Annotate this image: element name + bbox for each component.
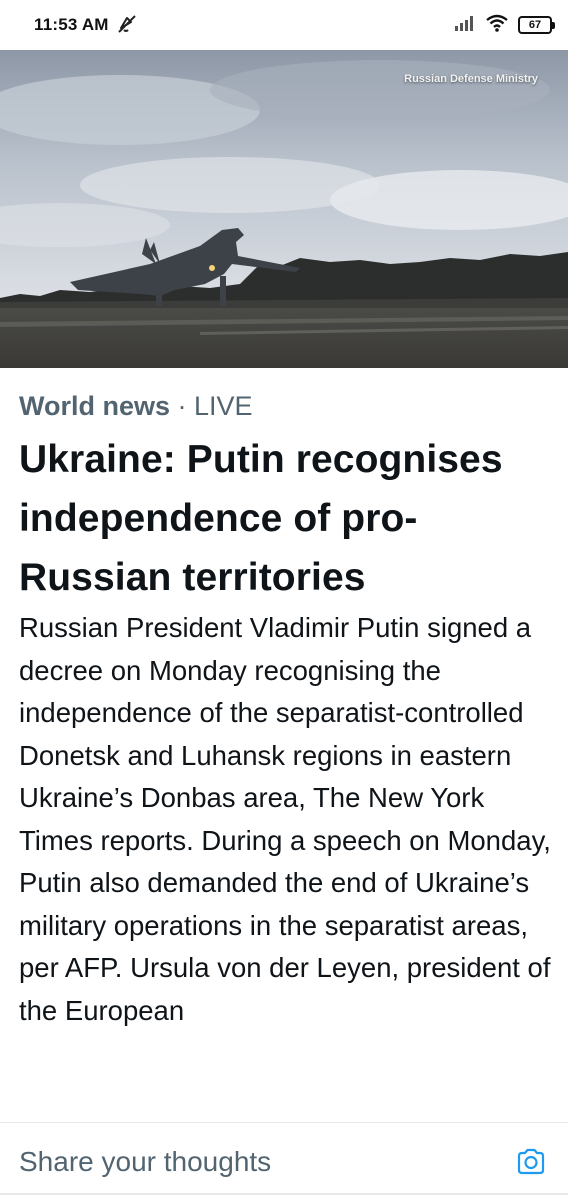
article-body: Russian President Vladimir Putin signed … — [19, 612, 551, 1026]
article-headline[interactable]: Ukraine: Putin recognises independence o… — [19, 430, 554, 607]
article-kicker: World news · LIVE — [19, 388, 554, 424]
battery-icon: 67 — [518, 16, 555, 34]
signal-icon — [454, 14, 476, 37]
fighter-jet-photo — [0, 50, 568, 368]
divider — [0, 1193, 568, 1195]
wifi-icon — [486, 14, 508, 37]
share-thoughts-input[interactable]: Share your thoughts — [19, 1146, 271, 1178]
share-bar: Share your thoughts — [0, 1122, 568, 1201]
status-time: 11:53 AM — [34, 15, 109, 34]
battery-level: 67 — [528, 19, 542, 31]
camera-icon[interactable] — [514, 1145, 548, 1179]
section-label[interactable]: World news — [19, 391, 170, 421]
article: World news · LIVE Ukraine: Putin recogni… — [19, 388, 554, 1032]
mute-icon — [116, 13, 138, 35]
photo-credit: Russian Defense Ministry — [404, 73, 538, 85]
live-label: LIVE — [194, 391, 253, 421]
status-icons: 67 — [454, 14, 555, 37]
status-bar: 11:53 AM 67 — [0, 0, 568, 50]
hero-image[interactable]: Russian Defense Ministry — [0, 50, 568, 368]
kicker-separator: · — [170, 391, 195, 421]
